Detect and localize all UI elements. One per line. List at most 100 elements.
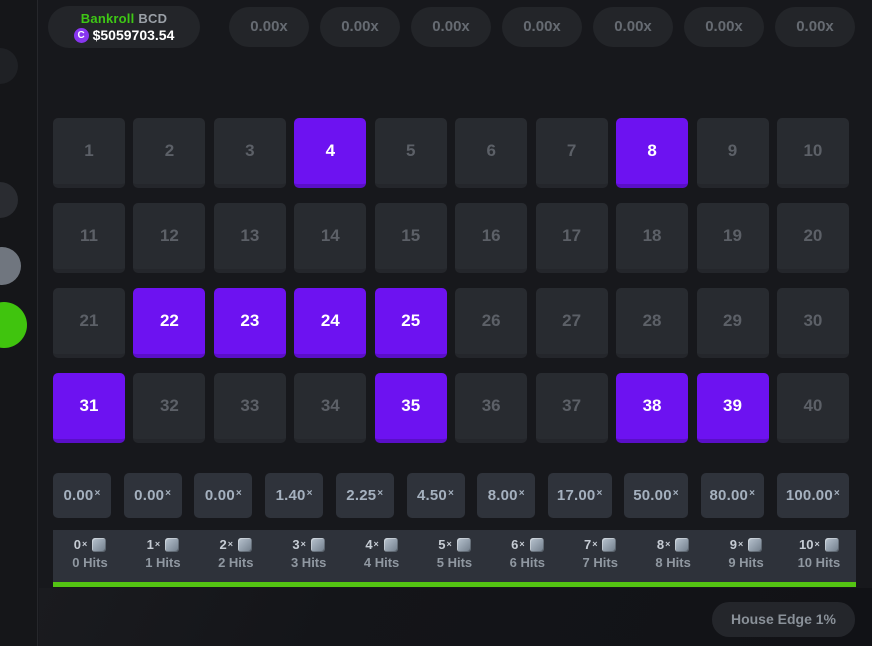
- number-tile-24[interactable]: 24: [294, 288, 366, 358]
- number-tile-17[interactable]: 17: [536, 203, 608, 273]
- number-tile-31[interactable]: 31: [53, 373, 125, 443]
- number-tile-10[interactable]: 10: [777, 118, 849, 188]
- number-tile-11[interactable]: 11: [53, 203, 125, 273]
- left-sidebar-rail: [0, 0, 38, 646]
- payout-value: 100.00: [786, 487, 833, 504]
- number-tile-19[interactable]: 19: [697, 203, 769, 273]
- hits-count-label: 10 Hits: [798, 555, 841, 570]
- hits-count-label: 3 Hits: [291, 555, 326, 570]
- multiply-symbol: ×: [155, 539, 160, 549]
- number-tile-33[interactable]: 33: [214, 373, 286, 443]
- number-tile-25[interactable]: 25: [375, 288, 447, 358]
- number-tile-3[interactable]: 3: [214, 118, 286, 188]
- number-tile-36[interactable]: 36: [455, 373, 527, 443]
- gem-icon: [92, 538, 106, 552]
- number-tile-37[interactable]: 37: [536, 373, 608, 443]
- hits-multiplier-value: 8: [657, 537, 664, 552]
- number-tile-8[interactable]: 8: [616, 118, 688, 188]
- number-tile-2[interactable]: 2: [133, 118, 205, 188]
- hits-multiplier: 1×: [147, 537, 180, 552]
- hits-multiplier: 10×: [799, 537, 839, 552]
- number-tile-9[interactable]: 9: [697, 118, 769, 188]
- gem-icon: [238, 538, 252, 552]
- bankroll-currency: BCD: [138, 11, 167, 26]
- multiply-symbol: ×: [834, 488, 840, 499]
- multiply-symbol: ×: [448, 488, 454, 499]
- hits-cell-8: 8×8 Hits: [644, 537, 702, 582]
- number-tile-1[interactable]: 1: [53, 118, 125, 188]
- payout-value: 1.40: [276, 487, 306, 504]
- bankroll-display[interactable]: BankrollBCD C $5059703.54: [48, 6, 200, 48]
- multiply-symbol: ×: [236, 488, 242, 499]
- gem-icon: [384, 538, 398, 552]
- number-tile-28[interactable]: 28: [616, 288, 688, 358]
- number-tile-38[interactable]: 38: [616, 373, 688, 443]
- gem-icon: [602, 538, 616, 552]
- hits-strip: 0×0 Hits1×1 Hits2×2 Hits3×3 Hits4×4 Hits…: [53, 530, 856, 587]
- round-multiplier-pill-4: 0.00x: [593, 7, 673, 47]
- number-tile-14[interactable]: 14: [294, 203, 366, 273]
- hits-cell-4: 4×4 Hits: [353, 537, 411, 582]
- hits-multiplier-value: 1: [147, 537, 154, 552]
- payout-value: 17.00: [557, 487, 596, 504]
- number-tile-5[interactable]: 5: [375, 118, 447, 188]
- hits-count-label: 0 Hits: [72, 555, 107, 570]
- number-tile-34[interactable]: 34: [294, 373, 366, 443]
- number-tile-22[interactable]: 22: [133, 288, 205, 358]
- sidebar-avatar-green-icon: [0, 302, 27, 348]
- hits-count-label: 2 Hits: [218, 555, 253, 570]
- sidebar-avatar-icon: [0, 182, 18, 218]
- payout-tile-1: 0.00×: [124, 473, 182, 518]
- hits-cell-6: 6×6 Hits: [498, 537, 556, 582]
- hits-multiplier: 3×: [292, 537, 325, 552]
- number-tile-23[interactable]: 23: [214, 288, 286, 358]
- multiply-symbol: ×: [673, 488, 679, 499]
- number-tile-20[interactable]: 20: [777, 203, 849, 273]
- hits-multiplier-value: 3: [292, 537, 299, 552]
- number-tile-7[interactable]: 7: [536, 118, 608, 188]
- number-tile-26[interactable]: 26: [455, 288, 527, 358]
- hits-multiplier: 0×: [74, 537, 107, 552]
- number-tile-27[interactable]: 27: [536, 288, 608, 358]
- hits-count-label: 9 Hits: [728, 555, 763, 570]
- number-tile-29[interactable]: 29: [697, 288, 769, 358]
- hits-cells: 0×0 Hits1×1 Hits2×2 Hits3×3 Hits4×4 Hits…: [53, 530, 856, 582]
- payout-tile-2: 0.00×: [194, 473, 252, 518]
- hits-multiplier-value: 7: [584, 537, 591, 552]
- gem-icon: [530, 538, 544, 552]
- bankroll-title: BankrollBCD: [81, 11, 167, 26]
- number-tile-16[interactable]: 16: [455, 203, 527, 273]
- number-tile-40[interactable]: 40: [777, 373, 849, 443]
- number-tile-15[interactable]: 15: [375, 203, 447, 273]
- hits-count-label: 7 Hits: [583, 555, 618, 570]
- payout-tile-6: 8.00×: [477, 473, 535, 518]
- number-tile-35[interactable]: 35: [375, 373, 447, 443]
- hits-cell-0: 0× 0 Hits: [61, 537, 119, 582]
- sidebar-avatar-icon: [0, 48, 18, 84]
- payout-value: 50.00: [633, 487, 672, 504]
- payout-row: 0.00×0.00×0.00×1.40×2.25×4.50×8.00×17.00…: [53, 473, 849, 518]
- number-tile-18[interactable]: 18: [616, 203, 688, 273]
- number-tile-30[interactable]: 30: [777, 288, 849, 358]
- payout-tile-10: 100.00×: [777, 473, 849, 518]
- hits-multiplier-value: 4: [365, 537, 372, 552]
- number-tile-39[interactable]: 39: [697, 373, 769, 443]
- gem-icon: [311, 538, 325, 552]
- payout-tile-9: 80.00×: [701, 473, 765, 518]
- number-tile-21[interactable]: 21: [53, 288, 125, 358]
- number-tile-6[interactable]: 6: [455, 118, 527, 188]
- payout-value: 8.00: [488, 487, 518, 504]
- multiply-symbol: ×: [377, 488, 383, 499]
- payout-value: 0.00: [205, 487, 235, 504]
- hits-multiplier: 8×: [657, 537, 690, 552]
- number-tile-12[interactable]: 12: [133, 203, 205, 273]
- hits-multiplier-value: 9: [730, 537, 737, 552]
- number-tile-32[interactable]: 32: [133, 373, 205, 443]
- number-tile-4[interactable]: 4: [294, 118, 366, 188]
- payout-value: 0.00: [63, 487, 93, 504]
- payout-tile-4: 2.25×: [336, 473, 394, 518]
- number-tile-13[interactable]: 13: [214, 203, 286, 273]
- payout-value: 2.25: [346, 487, 376, 504]
- round-multipliers: 0.00x0.00x0.00x0.00x0.00x0.00x0.00x: [229, 7, 855, 47]
- hits-multiplier-value: 5: [438, 537, 445, 552]
